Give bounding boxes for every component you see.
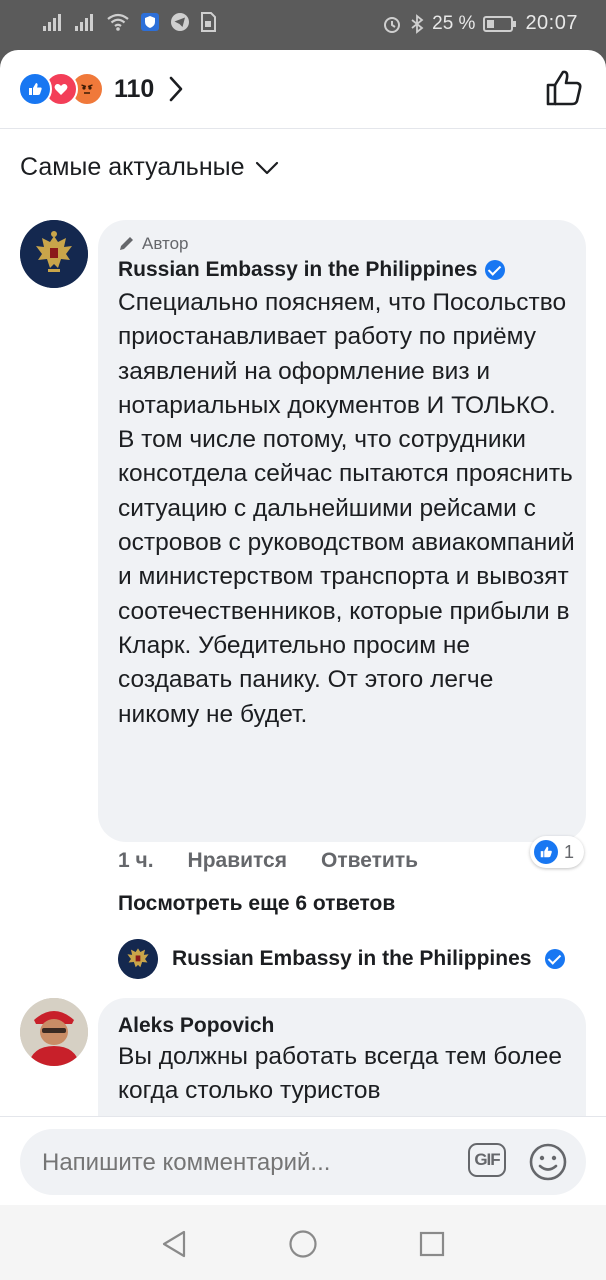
- comment-bubble[interactable]: Автор Russian Embassy in the Philippines…: [98, 220, 586, 842]
- comment-like-count[interactable]: 1: [530, 836, 585, 868]
- reactions-bar: 110: [0, 50, 606, 129]
- bluetooth-icon: [411, 13, 424, 34]
- sort-dropdown[interactable]: Самые актуальные: [20, 153, 279, 182]
- home-icon[interactable]: [288, 1229, 318, 1259]
- status-time: 20:07: [525, 12, 578, 34]
- aleks-avatar[interactable]: [20, 998, 88, 1066]
- comment-input[interactable]: [40, 1148, 424, 1178]
- like-thumb-icon[interactable]: [544, 68, 584, 108]
- author-tag: Автор: [118, 234, 189, 254]
- view-more-replies-link[interactable]: Посмотреть еще 6 ответов: [118, 892, 395, 916]
- like-mini-icon: [534, 840, 558, 864]
- compose-bar: GIF: [0, 1116, 606, 1205]
- russian-eagle-emblem-small: [118, 939, 158, 979]
- verified-badge-icon: [485, 260, 506, 280]
- back-icon[interactable]: [160, 1229, 188, 1259]
- emoji-icon[interactable]: [528, 1142, 568, 1182]
- reactions-summary[interactable]: 110: [18, 72, 184, 106]
- gif-button[interactable]: GIF: [468, 1143, 506, 1177]
- status-right-icons: 25 % 20:07: [382, 12, 578, 35]
- telegram-icon: [171, 13, 189, 31]
- alarm-icon: [384, 16, 401, 33]
- comment-author[interactable]: Aleks Popovich: [118, 1014, 274, 1038]
- comment-text: Специально поясняем, что Посольство прио…: [118, 289, 575, 728]
- sort-label: Самые актуальные: [20, 153, 245, 181]
- comment-text: Вы должны работать всегда тем более когд…: [118, 1043, 563, 1105]
- like-reaction-icon: [18, 72, 52, 106]
- reply-author-name: Russian Embassy in the Philippines: [172, 947, 532, 970]
- battery-icon: [483, 15, 517, 32]
- comment-composer[interactable]: GIF: [20, 1129, 586, 1195]
- status-left-icons: [42, 12, 216, 32]
- russian-eagle-emblem: [20, 220, 88, 288]
- status-bar: 25 % 20:07: [0, 0, 606, 50]
- sim-card-icon: [201, 12, 216, 32]
- like-count-value: 1: [564, 841, 575, 862]
- author-tag-label: Автор: [142, 234, 189, 253]
- reply-preview[interactable]: Russian Embassy in the Philippines: [118, 939, 566, 979]
- comment-time: 1 ч.: [118, 849, 154, 872]
- vpn-shield-icon: [141, 13, 159, 31]
- android-nav-bar: [0, 1205, 606, 1280]
- gif-label: GIF: [474, 1150, 500, 1169]
- comments-sheet: 110 Самые актуальные Автор Russian Embas…: [0, 50, 606, 1205]
- comment-author-name: Aleks Popovich: [118, 1014, 275, 1037]
- chevron-right-icon: [170, 76, 183, 102]
- battery-percent: 25 %: [432, 12, 476, 34]
- recents-icon[interactable]: [418, 1229, 446, 1259]
- verified-badge-icon: [545, 949, 566, 969]
- wifi-icon: [107, 13, 129, 31]
- embassy-avatar[interactable]: [20, 220, 88, 288]
- signal-icon: [43, 14, 61, 31]
- signal-2-icon: [75, 14, 93, 31]
- user-photo: [20, 998, 88, 1066]
- reply-button[interactable]: Ответить: [321, 849, 418, 873]
- comment-author-name: Russian Embassy in the Philippines: [118, 258, 478, 281]
- comment-actions: 1 ч. Нравится Ответить: [118, 849, 418, 873]
- like-button[interactable]: Нравится: [188, 849, 287, 873]
- comment-author[interactable]: Russian Embassy in the Philippines: [118, 258, 506, 282]
- pencil-icon: [120, 237, 133, 250]
- reply-avatar: [118, 939, 158, 979]
- reaction-count: 110: [114, 74, 155, 103]
- chevron-down-icon: [255, 161, 278, 174]
